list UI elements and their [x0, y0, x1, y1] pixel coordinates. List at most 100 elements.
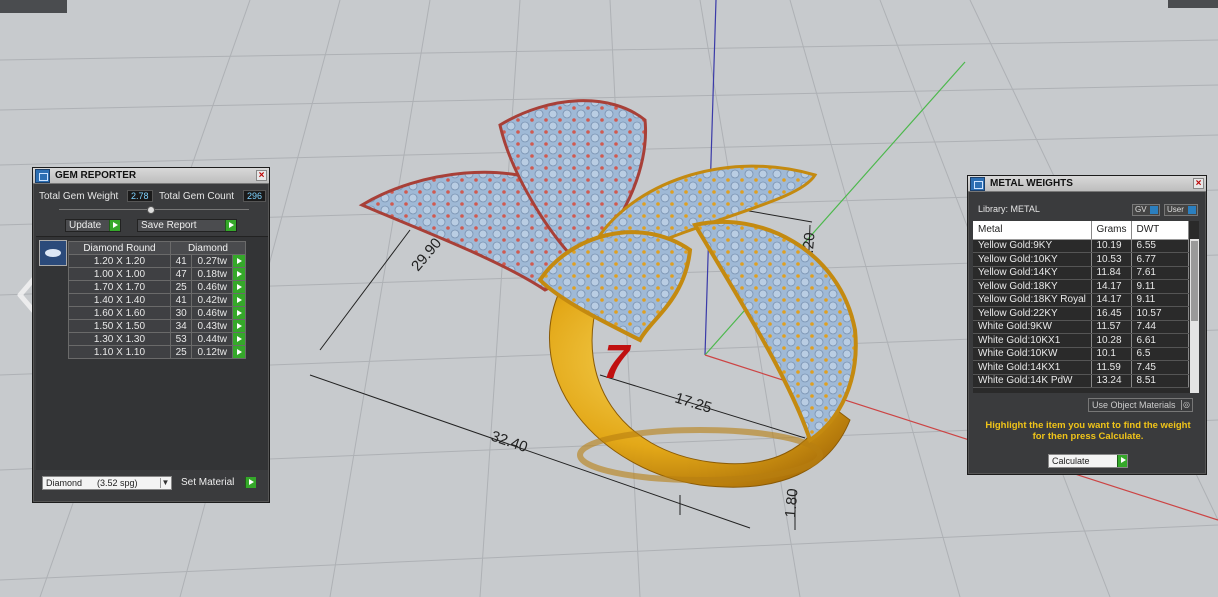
metal-row[interactable]: White Gold:10KW 10.1 6.5: [973, 347, 1189, 361]
gem-table: Diamond Round Diamond 1.20 X 1.20 41 0.27t…: [68, 241, 247, 359]
metal-name: Yellow Gold:18KY Royal: [973, 293, 1092, 307]
slider-knob-icon[interactable]: [147, 206, 155, 214]
viewport-corner-right: [1168, 0, 1218, 8]
gv-toggle[interactable]: GV: [1132, 204, 1160, 216]
dim-label-1: 29.90: [408, 235, 445, 275]
gem-weight: 0.46tw: [191, 306, 234, 320]
scrollbar[interactable]: [1190, 239, 1199, 393]
library-label: Library: METAL: [978, 204, 1040, 214]
gem-weight: 0.42tw: [191, 293, 234, 307]
metal-name: White Gold:10KW: [973, 347, 1092, 361]
gem-row[interactable]: 1.20 X 1.20 41 0.27tw: [68, 254, 246, 268]
total-gem-count-label: Total Gem Count: [159, 191, 235, 202]
metal-name: White Gold:9KW: [973, 320, 1092, 334]
metal-row[interactable]: Yellow Gold:22KY 16.45 10.57: [973, 306, 1189, 321]
metal-name: White Gold:14KX1: [973, 360, 1092, 375]
gem-row[interactable]: 1.10 X 1.10 25 0.12tw: [68, 345, 246, 359]
calculate-button[interactable]: Calculate: [1048, 454, 1128, 468]
gem-size: 1.60 X 1.60: [68, 306, 171, 320]
metal-dwt: 10.57: [1131, 306, 1189, 321]
chevron-down-icon[interactable]: ▼: [160, 478, 170, 488]
gem-list-area: Diamond Round Diamond 1.20 X 1.20 41 0.27t…: [36, 236, 268, 470]
scrollbar-thumb[interactable]: [1191, 241, 1198, 321]
metal-row[interactable]: Yellow Gold:9KY 10.19 6.55: [973, 239, 1189, 253]
material-select[interactable]: Diamond (3.52 spg) ▼: [42, 476, 172, 490]
play-icon[interactable]: [232, 280, 246, 294]
gem-row[interactable]: 1.60 X 1.60 30 0.46tw: [68, 306, 246, 320]
metal-table-container[interactable]: Metal Grams DWT Yellow Gold:9KY 10.19 6.55…: [973, 221, 1199, 393]
metal-grams: 10.28: [1091, 333, 1132, 348]
play-icon[interactable]: [232, 254, 246, 268]
metal-name: Yellow Gold:14KY: [973, 266, 1092, 280]
ring-model: 7: [358, 99, 858, 488]
play-icon[interactable]: [232, 306, 246, 320]
close-icon[interactable]: ×: [1193, 178, 1204, 189]
dim-label-5: 1.80: [782, 488, 801, 519]
metal-row[interactable]: Yellow Gold:14KY 11.84 7.61: [973, 266, 1189, 280]
metal-grams: 10.1: [1091, 347, 1132, 361]
gem-row[interactable]: 1.40 X 1.40 41 0.42tw: [68, 293, 246, 307]
gem-reporter-icon: [35, 169, 50, 183]
toggle-indicator-icon: [1150, 206, 1158, 214]
metal-name: Yellow Gold:18KY: [973, 279, 1092, 294]
gem-reporter-titlebar[interactable]: GEM REPORTER ×: [33, 168, 269, 184]
metal-name: Yellow Gold:9KY: [973, 239, 1092, 253]
ring-size-marker: 7: [597, 335, 635, 388]
use-object-materials-select[interactable]: Use Object Materials ◎: [1088, 398, 1193, 412]
metal-row[interactable]: Yellow Gold:10KY 10.53 6.77: [973, 252, 1189, 267]
play-icon[interactable]: [232, 332, 246, 346]
gem-count: 41: [169, 293, 193, 307]
gv-toggle-label: GV: [1135, 205, 1147, 214]
user-toggle-label: User: [1167, 205, 1184, 214]
metal-name: Yellow Gold:22KY: [973, 306, 1092, 321]
play-icon[interactable]: [232, 319, 246, 333]
dim-label-3: 17.25: [673, 390, 714, 417]
metal-row[interactable]: White Gold:14KX1 11.59 7.45: [973, 360, 1189, 375]
col-metal-header: Metal: [973, 221, 1092, 240]
play-icon: [225, 220, 236, 231]
gear-icon[interactable]: ◎: [1181, 400, 1191, 410]
metal-weights-icon: [970, 177, 985, 191]
set-material-button-label: Set Material: [181, 477, 235, 488]
user-toggle[interactable]: User: [1164, 204, 1198, 216]
gem-size: 1.70 X 1.70: [68, 280, 171, 294]
metal-dwt: 7.44: [1131, 320, 1189, 334]
play-icon[interactable]: [232, 267, 246, 281]
metal-row[interactable]: White Gold:10KX1 10.28 6.61: [973, 333, 1189, 348]
gem-size: 1.50 X 1.50: [68, 319, 171, 333]
metal-dwt: 6.61: [1131, 333, 1189, 348]
update-button[interactable]: Update: [65, 219, 121, 232]
gem-size: 1.10 X 1.10: [68, 345, 171, 359]
dim-label-4: 32.40: [489, 428, 530, 456]
gem-row[interactable]: 1.50 X 1.50 34 0.43tw: [68, 319, 246, 333]
gem-row[interactable]: 1.30 X 1.30 53 0.44tw: [68, 332, 246, 346]
metal-dwt: 7.61: [1131, 266, 1189, 280]
metal-name: Yellow Gold:10KY: [973, 252, 1092, 267]
play-icon[interactable]: [232, 293, 246, 307]
gem-row[interactable]: 1.00 X 1.00 47 0.18tw: [68, 267, 246, 281]
metal-grams: 11.84: [1091, 266, 1132, 280]
metal-dwt: 6.77: [1131, 252, 1189, 267]
calculate-button-label: Calculate: [1052, 456, 1090, 466]
play-icon[interactable]: [232, 345, 246, 359]
close-icon[interactable]: ×: [256, 170, 267, 181]
play-icon: [1117, 455, 1127, 467]
gem-reporter-title: GEM REPORTER: [55, 170, 137, 181]
metal-dwt: 7.45: [1131, 360, 1189, 375]
metal-row[interactable]: White Gold:14K PdW 13.24 8.51: [973, 374, 1189, 388]
total-gem-weight-value: 2.78: [127, 190, 153, 202]
save-report-button[interactable]: Save Report: [137, 219, 237, 232]
set-material-button[interactable]: Set Material: [178, 477, 256, 490]
metal-row[interactable]: White Gold:9KW 11.57 7.44: [973, 320, 1189, 334]
gem-count: 34: [169, 319, 193, 333]
metal-weights-titlebar[interactable]: METAL WEIGHTS ×: [968, 176, 1206, 192]
gem-row[interactable]: 1.70 X 1.70 25 0.46tw: [68, 280, 246, 294]
gem-size: 1.00 X 1.00: [68, 267, 171, 281]
metal-row[interactable]: Yellow Gold:18KY Royal 14.17 9.11: [973, 293, 1189, 307]
update-button-label: Update: [69, 220, 102, 231]
metal-dwt: 6.5: [1131, 347, 1189, 361]
toggle-indicator-icon: [1188, 206, 1196, 214]
metal-row[interactable]: Yellow Gold:18KY 14.17 9.11: [973, 279, 1189, 294]
gem-count: 47: [169, 267, 193, 281]
use-object-materials-label: Use Object Materials: [1092, 400, 1176, 410]
